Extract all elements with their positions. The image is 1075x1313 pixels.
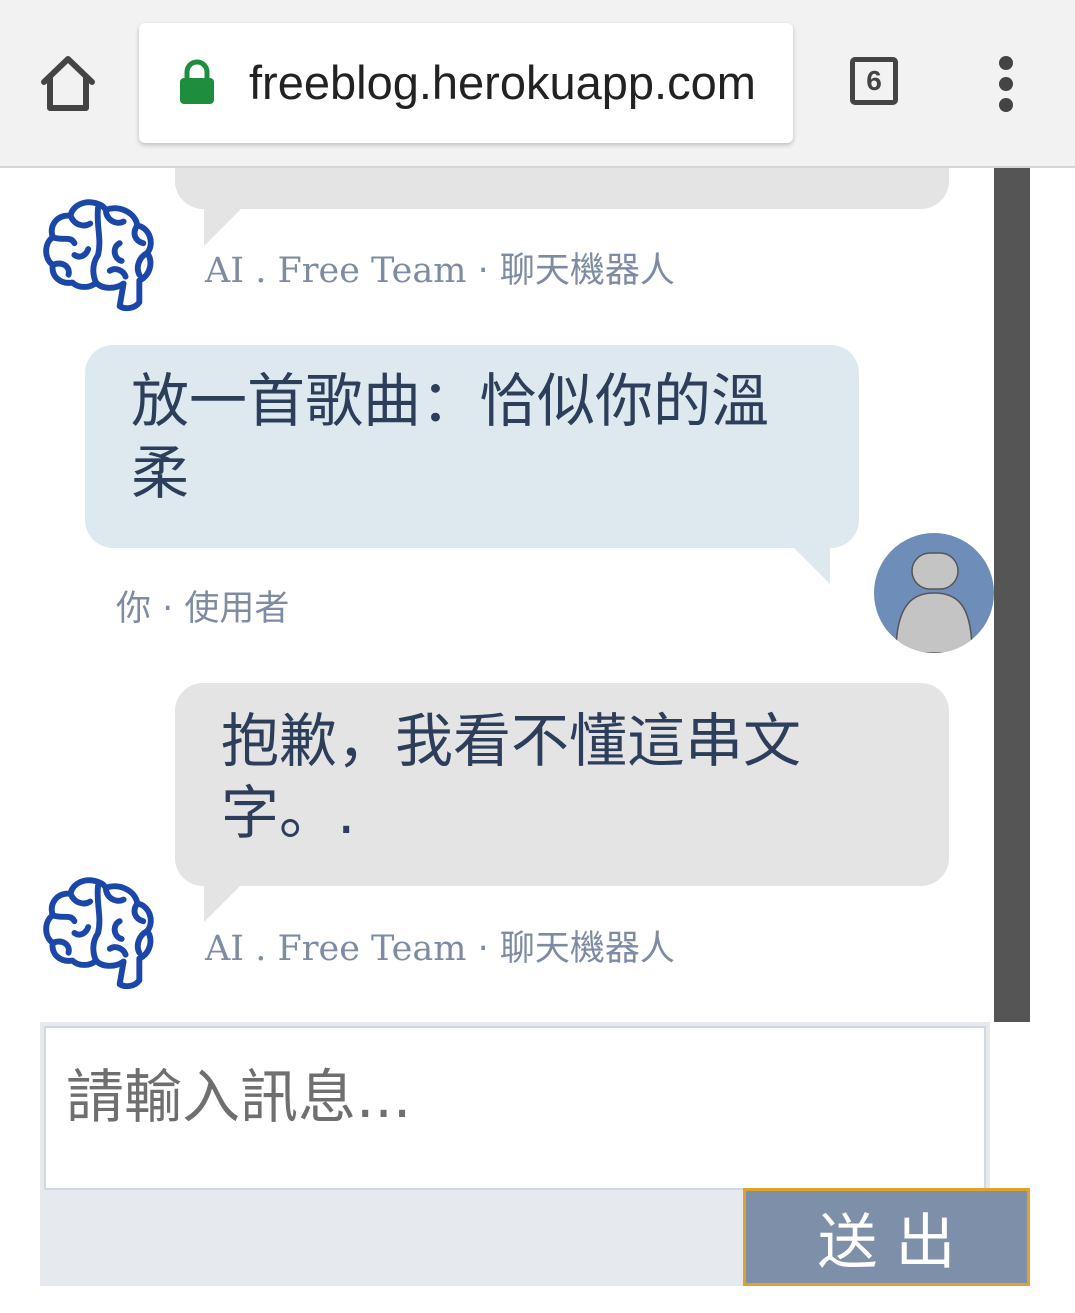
sender-name: AI . Free Team [205,251,467,291]
lock-icon [179,59,215,105]
sender-role: · 聊天機器人 [477,929,675,969]
chat-scrollbar[interactable] [994,168,1030,1022]
tab-switcher-button[interactable]: 6 [850,57,898,105]
home-icon[interactable] [36,52,100,116]
sender-name: AI . Free Team [205,929,467,969]
bot-message-text: 抱歉，我看不懂這串文字。. [221,707,802,847]
bot-message-bubble: 抱歉，我看不懂這串文字。. [175,683,949,886]
message-meta: 你 · 使用者 [116,580,289,631]
bubble-tail [204,884,242,922]
tab-count: 6 [866,65,882,96]
address-bar[interactable]: freeblog.herokuapp.com [139,23,793,143]
message-input[interactable] [44,1026,986,1190]
bot-message-bubble [175,168,949,209]
user-message-bubble: 放一首歌曲：恰似你的溫柔 [85,345,859,548]
bubble-tail [792,546,830,584]
message-meta: AI . Free Team · 聊天機器人 [205,920,675,971]
overflow-menu-icon[interactable] [992,56,1020,112]
user-message-text: 放一首歌曲：恰似你的溫柔 [131,367,770,507]
sender-role: · 聊天機器人 [477,251,675,291]
sender-name: 你 [116,589,152,629]
url-text[interactable]: freeblog.herokuapp.com [249,23,756,143]
bubble-tail [204,208,242,246]
send-button[interactable]: 送出 [743,1188,1030,1286]
browser-toolbar: freeblog.herokuapp.com 6 [0,0,1075,168]
brain-icon [41,196,159,314]
message-meta: AI . Free Team · 聊天機器人 [205,242,675,293]
brain-icon [41,874,159,992]
chat-area[interactable]: AI . Free Team · 聊天機器人 放一首歌曲：恰似你的溫柔 你 · … [0,168,1075,1022]
sender-role: · 使用者 [162,589,290,629]
user-avatar [874,533,994,653]
